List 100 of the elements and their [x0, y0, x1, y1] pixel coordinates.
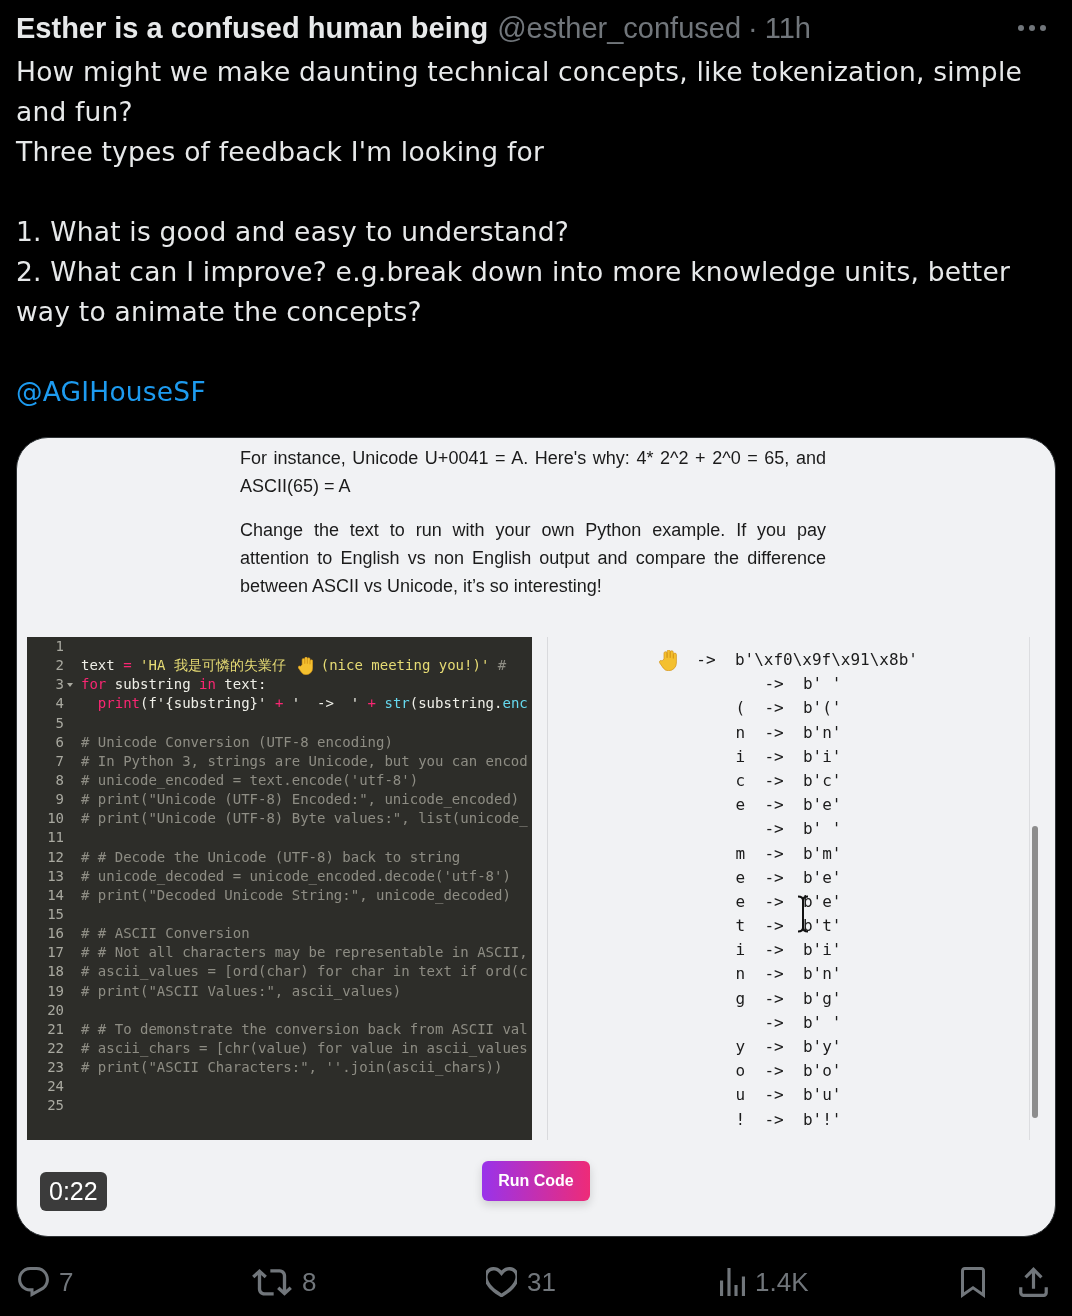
output-char: n	[735, 721, 746, 744]
output-bytes: b'n'	[802, 963, 842, 986]
output-char: !	[735, 1108, 746, 1131]
output-bytes: b'e'	[802, 866, 842, 889]
like-button[interactable]: 31	[486, 1266, 556, 1298]
output-bytes: b'm'	[802, 842, 842, 865]
video-player[interactable]	[16, 437, 1056, 1237]
output-arrow: ->	[764, 697, 784, 720]
output-arrow: ->	[764, 818, 784, 841]
line-number: 14	[46, 885, 64, 905]
code-line: # In Python 3, strings are Unicode, but you can encod	[81, 751, 528, 771]
line-number: 24	[46, 1077, 64, 1097]
bar-chart-icon	[720, 1268, 745, 1296]
output-bytes: b'n'	[802, 721, 842, 744]
output-bytes: b' '	[802, 673, 842, 696]
output-char: i	[735, 939, 746, 962]
output-bytes: b'!'	[802, 1108, 842, 1131]
author-name[interactable]: Esther is a confused human being	[16, 11, 489, 45]
speech-bubble-icon	[18, 1267, 49, 1297]
output-bytes: b'o'	[802, 1060, 842, 1083]
output-bytes: b'\xf0\x9f\x91\x8b'	[734, 649, 918, 671]
post-text: Three types of feedback I'm looking for	[16, 135, 544, 169]
output-char: t	[735, 915, 746, 938]
output-arrow: ->	[764, 794, 784, 817]
code-line: # print("ASCII Characters:", ''.join(ascii_chars))	[81, 1058, 503, 1078]
repost-arrows-icon	[252, 1268, 292, 1296]
output-bytes: b'e'	[802, 890, 842, 913]
output-char: e	[735, 794, 746, 817]
code-line: text = 'HA 我是可憐的失業仔	[81, 656, 286, 676]
code-line: for substring in text:	[81, 675, 267, 695]
paragraph: Change the text to run with your own Python example. If you pay attention to English vs non English output and compare the difference between ASCII vs Unicode, it’s so interesting!	[240, 519, 826, 598]
share-button[interactable]	[1019, 1267, 1048, 1297]
output-char: o	[735, 1060, 746, 1083]
output-arrow: ->	[764, 1060, 784, 1083]
output-char: e	[735, 890, 746, 913]
code-line: # ascii_values = [ord(char) for char in text if ord(c	[81, 962, 528, 982]
output-arrow: ->	[764, 915, 784, 938]
output-bytes: b'i'	[802, 939, 842, 962]
line-number: 9	[54, 790, 64, 810]
output-arrow: ->	[764, 987, 784, 1010]
separator: ·	[748, 11, 758, 45]
output-arrow: ->	[764, 1036, 784, 1058]
output-char: c	[735, 769, 746, 792]
video-duration: 0:22	[40, 1172, 107, 1211]
repost-button[interactable]: 8	[252, 1266, 317, 1298]
code-line: # print("Unicode (UTF-8) Encoded:", unicode_encoded)	[81, 790, 520, 810]
fold-caret-icon[interactable]	[67, 682, 73, 687]
line-number: 10	[46, 809, 64, 829]
scrollbar-thumb[interactable]	[1032, 826, 1038, 1118]
output-bytes: b'g'	[802, 987, 842, 1010]
hand-icon	[659, 649, 678, 671]
run-code-button[interactable]: Run Code	[482, 1161, 590, 1201]
line-number: 25	[46, 1096, 64, 1116]
views-button[interactable]: 1.4K	[720, 1266, 809, 1298]
author-handle[interactable]: @esther_confused	[497, 11, 742, 45]
output-arrow: ->	[764, 963, 784, 986]
code-line: # # To demonstrate the conversion back from ASCII val	[81, 1019, 528, 1039]
paragraph: For instance, Unicode U+0041 = A. Here's why: 4* 2^2 + 2^0 = 65, and ASCII(65) = A	[240, 447, 826, 498]
output-arrow: ->	[764, 939, 784, 962]
line-number: 2	[54, 656, 64, 676]
code-editor[interactable]	[27, 637, 532, 1140]
line-number: 7	[54, 751, 64, 771]
code-line: # print("Unicode (UTF-8) Byte values:", list(unicode_	[81, 809, 528, 829]
reply-button[interactable]: 7	[18, 1266, 74, 1298]
output-arrow: ->	[764, 745, 784, 768]
line-number: 19	[46, 981, 64, 1001]
output-arrow: ->	[696, 649, 716, 671]
code-line: # Unicode Conversion (UTF-8 encoding)	[81, 732, 393, 752]
output-bytes: b'e'	[802, 794, 842, 817]
post-time[interactable]: 11h	[764, 11, 811, 45]
output-char: (	[735, 697, 746, 720]
output-arrow: ->	[764, 842, 784, 865]
output-arrow: ->	[764, 890, 784, 913]
more-icon[interactable]	[1018, 25, 1046, 31]
output-bytes: b'y'	[802, 1036, 842, 1058]
output-char: y	[735, 1036, 746, 1058]
code-line: # # ASCII Conversion	[81, 924, 250, 944]
line-number: 8	[54, 771, 64, 790]
post-text: 1. What is good and easy to understand?	[16, 215, 570, 249]
code-line: # ascii_chars = [chr(value) for value in ascii_values	[81, 1038, 528, 1059]
output-bytes: b' '	[802, 1011, 842, 1034]
line-number: 21	[46, 1019, 64, 1039]
line-number: 6	[54, 732, 64, 752]
code-line: # unicode_encoded = text.encode('utf-8')	[81, 771, 419, 791]
line-number: 16	[46, 924, 64, 944]
output-char: u	[735, 1084, 746, 1107]
output-arrow: ->	[764, 769, 784, 792]
code-line: # # Not all characters may be representable in ASCII,	[81, 943, 528, 963]
bookmark-button[interactable]	[961, 1266, 985, 1298]
code-line: # # Decode the Unicode (UTF-8) back to string	[81, 847, 461, 867]
output-bytes: b't'	[802, 915, 842, 938]
line-number: 15	[46, 904, 64, 924]
line-number: 17	[46, 943, 64, 963]
mention-link[interactable]: @AGIHouseSF	[16, 372, 206, 412]
output-arrow: ->	[764, 1108, 784, 1131]
post-text: 2. What can I improve? e.g.break down into more knowledge units, better way to animate the concepts?	[16, 255, 1011, 329]
bookmark-icon	[961, 1266, 985, 1298]
code-line: # print("ASCII Values:", ascii_values)	[81, 981, 402, 1001]
code-line: # unicode_decoded = unicode_encoded.decode('utf-8')	[81, 866, 511, 886]
upload-arrow-icon	[1019, 1267, 1048, 1297]
